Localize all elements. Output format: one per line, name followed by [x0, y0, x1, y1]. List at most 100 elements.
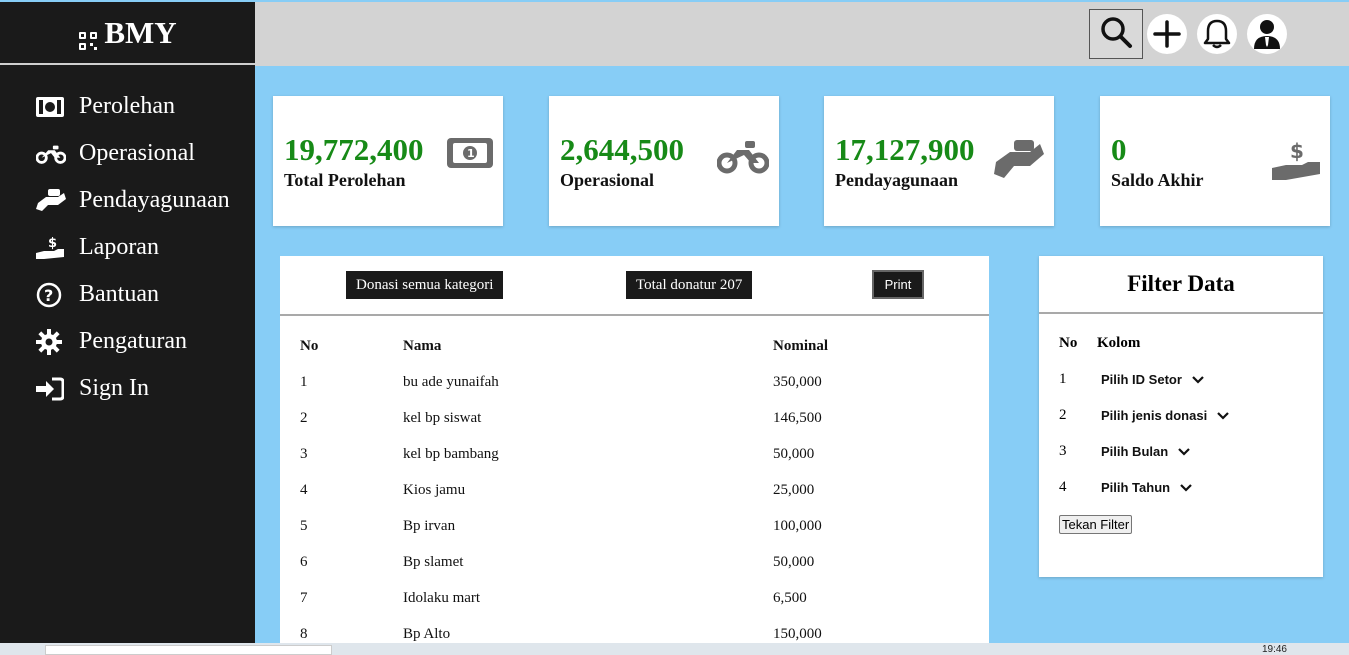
- stat-label: Total Perolehan: [284, 170, 406, 190]
- stat-card-perolehan: 19,772,400 Total Perolehan 1: [273, 96, 503, 226]
- svg-text:1: 1: [467, 147, 475, 160]
- hand-dollar-icon: $: [1272, 138, 1320, 187]
- jenis-donasi-select[interactable]: Pilih jenis donasi: [1101, 408, 1229, 423]
- filter-row-no: 3: [1059, 443, 1067, 459]
- hand-holding-icon: [994, 138, 1044, 185]
- gear-icon: [36, 328, 66, 355]
- stat-card-pendayagunaan: 17,127,900 Pendayagunaan: [824, 96, 1054, 226]
- os-taskbar: 19:46: [0, 643, 1349, 655]
- cell-nominal: 50,000: [773, 445, 815, 462]
- stat-value: 0: [1111, 132, 1127, 167]
- filter-row: 2 Pilih jenis donasi: [1059, 407, 1229, 424]
- sidebar-menu: Perolehan Operasional Pendayagunaan $ La…: [0, 83, 255, 412]
- taskbar-search-input[interactable]: [45, 645, 332, 655]
- question-circle-icon: ?: [36, 282, 66, 308]
- apply-filter-button[interactable]: Tekan Filter: [1059, 515, 1133, 534]
- filter-panel: Filter Data No Kolom 1 Pilih ID Setor 2 …: [1039, 256, 1323, 577]
- sidebar-item-label: Pendayagunaan: [79, 187, 230, 213]
- tahun-select[interactable]: Pilih Tahun: [1101, 480, 1192, 495]
- table-row: 4 Kios jamu 25,000: [300, 472, 973, 508]
- stat-label: Saldo Akhir: [1111, 170, 1204, 190]
- cell-no: 1: [300, 373, 308, 390]
- qr-logo-icon: [78, 23, 98, 50]
- column-header-nominal: Nominal: [773, 337, 829, 354]
- money-bill-icon: 1: [447, 138, 493, 173]
- stat-value: 19,772,400: [284, 132, 424, 167]
- profile-button[interactable]: [1245, 12, 1289, 56]
- table-row: 7 Idolaku mart 6,500: [300, 580, 973, 616]
- donation-table: No Nama Nominal 1 bu ade yunaifah 350,000 …: [300, 328, 973, 651]
- search-button[interactable]: [1089, 9, 1143, 59]
- motorcycle-icon: [716, 136, 770, 181]
- svg-text:?: ?: [44, 286, 53, 305]
- search-icon: [1099, 15, 1133, 54]
- cell-no: 7: [300, 589, 308, 606]
- sidebar-item-perolehan[interactable]: Perolehan: [0, 83, 255, 130]
- cell-nama: kel bp bambang: [403, 445, 499, 462]
- filter-header-row: No Kolom: [1059, 335, 1140, 352]
- notifications-button[interactable]: [1195, 12, 1239, 56]
- cell-nominal: 100,000: [773, 517, 822, 534]
- stat-label: Operasional: [560, 170, 655, 190]
- category-badge: Donasi semua kategori: [346, 271, 504, 299]
- top-bar: [255, 2, 1349, 66]
- brand[interactable]: BMY: [0, 2, 255, 65]
- money-bill-icon: [36, 94, 66, 120]
- table-row: 1 bu ade yunaifah 350,000: [300, 364, 973, 400]
- select-value: Pilih ID Setor: [1101, 372, 1182, 387]
- cell-nominal: 350,000: [773, 373, 822, 390]
- cell-nominal: 6,500: [773, 589, 807, 606]
- cell-nama: kel bp siswat: [403, 409, 482, 426]
- hand-holding-icon: [36, 188, 66, 214]
- sidebar-item-bantuan[interactable]: ? Bantuan: [0, 271, 255, 318]
- svg-text:$: $: [48, 236, 57, 251]
- id-setor-select[interactable]: Pilih ID Setor: [1101, 372, 1204, 387]
- sidebar-item-label: Laporan: [79, 234, 159, 260]
- stat-label: Pendayagunaan: [835, 170, 959, 190]
- stat-card-saldo-akhir: 0 Saldo Akhir $: [1100, 96, 1330, 226]
- cell-nominal: 25,000: [773, 481, 815, 498]
- chevron-down-icon: [1178, 444, 1190, 459]
- sidebar: BMY Perolehan Operasional Pendayagunaan …: [0, 2, 255, 645]
- cell-no: 6: [300, 553, 308, 570]
- filter-col-kolom: Kolom: [1097, 335, 1141, 351]
- sidebar-item-label: Perolehan: [79, 93, 175, 119]
- sidebar-item-operasional[interactable]: Operasional: [0, 130, 255, 177]
- filter-row: 1 Pilih ID Setor: [1059, 371, 1204, 388]
- chevron-down-icon: [1217, 408, 1229, 423]
- bulan-select[interactable]: Pilih Bulan: [1101, 444, 1190, 459]
- sidebar-item-pendayagunaan[interactable]: Pendayagunaan: [0, 177, 255, 224]
- filter-row: 4 Pilih Tahun: [1059, 479, 1192, 496]
- cell-nominal: 146,500: [773, 409, 822, 426]
- select-value: Pilih jenis donasi: [1101, 408, 1208, 423]
- table-row: 6 Bp slamet 50,000: [300, 544, 973, 580]
- cell-nama: Kios jamu: [403, 481, 466, 498]
- sidebar-item-laporan[interactable]: $ Laporan: [0, 224, 255, 271]
- print-button[interactable]: Print: [872, 270, 924, 299]
- sidebar-item-sign-in[interactable]: Sign In: [0, 365, 255, 412]
- hand-dollar-icon: $: [36, 235, 66, 261]
- cell-nama: Bp irvan: [403, 517, 456, 534]
- table-header-row: No Nama Nominal: [300, 328, 973, 364]
- add-button[interactable]: [1145, 12, 1189, 56]
- sidebar-item-pengaturan[interactable]: Pengaturan: [0, 318, 255, 365]
- cell-nama: Idolaku mart: [403, 589, 481, 606]
- donor-count-badge: Total donatur 207: [626, 271, 753, 299]
- cell-no: 4: [300, 481, 308, 498]
- cell-nama: Bp slamet: [403, 553, 464, 570]
- sidebar-item-label: Operasional: [79, 140, 195, 166]
- user-icon: [1247, 14, 1287, 54]
- bell-icon: [1197, 14, 1237, 54]
- cell-no: 3: [300, 445, 308, 462]
- brand-title: BMY: [104, 14, 177, 50]
- filter-row-no: 1: [1059, 371, 1067, 387]
- stat-value: 17,127,900: [835, 132, 975, 167]
- table-row: 5 Bp irvan 100,000: [300, 508, 973, 544]
- sidebar-item-label: Sign In: [79, 375, 150, 401]
- filter-row-no: 2: [1059, 407, 1067, 423]
- table-row: 3 kel bp bambang 50,000: [300, 436, 973, 472]
- filter-col-no: No: [1059, 335, 1078, 351]
- cell-no: 2: [300, 409, 308, 426]
- select-value: Pilih Tahun: [1101, 480, 1171, 495]
- column-header-no: No: [300, 337, 319, 354]
